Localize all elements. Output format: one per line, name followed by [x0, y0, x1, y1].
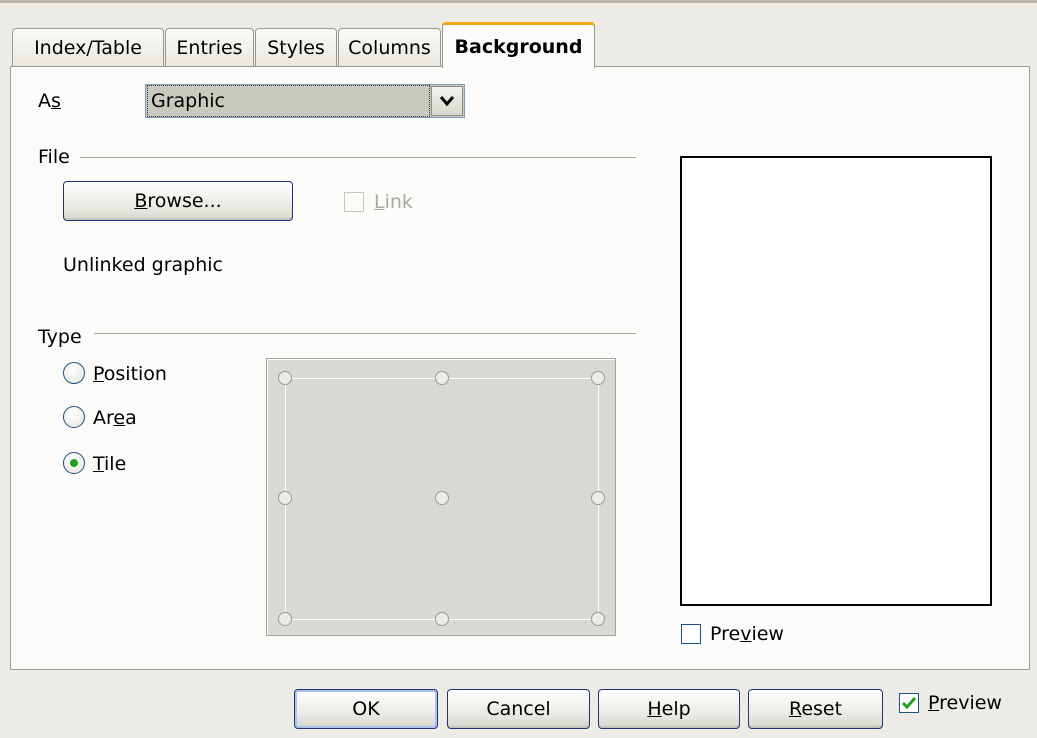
window-top-edge: [0, 0, 1037, 3]
as-dropdown[interactable]: Graphic: [145, 84, 465, 118]
tab-label: Entries: [176, 36, 243, 59]
cancel-button-label: Cancel: [486, 698, 551, 720]
as-label: As: [38, 90, 61, 112]
grid-position-top-right[interactable]: [591, 371, 605, 385]
area-label: Area: [93, 407, 137, 429]
grid-position-bottom-right[interactable]: [591, 612, 605, 626]
checkmark-icon: [901, 697, 917, 710]
preview-label: Preview: [710, 623, 784, 645]
file-section-label: File: [38, 146, 70, 168]
preview-area: [680, 156, 992, 606]
position-grid: [266, 358, 616, 636]
tab-index-table[interactable]: Index/Table: [12, 28, 164, 66]
ok-button[interactable]: OK: [294, 689, 438, 729]
tab-label: Background: [454, 35, 583, 58]
grid-position-top-center[interactable]: [435, 371, 449, 385]
grid-position-middle-right[interactable]: [591, 491, 605, 505]
tab-background[interactable]: Background: [442, 22, 595, 68]
tab-label: Columns: [348, 36, 431, 59]
reset-button[interactable]: Reset: [748, 689, 883, 729]
grid-position-middle-left[interactable]: [278, 491, 292, 505]
grid-position-top-left[interactable]: [278, 371, 292, 385]
browse-button-label: Browse...: [134, 190, 222, 212]
tab-label: Index/Table: [34, 36, 142, 59]
tab-columns[interactable]: Columns: [338, 28, 441, 66]
as-dropdown-value: Graphic: [147, 85, 430, 117]
grid-position-bottom-center[interactable]: [435, 612, 449, 626]
tile-radio[interactable]: [63, 452, 85, 474]
tile-label: Tile: [93, 453, 127, 475]
cancel-button[interactable]: Cancel: [447, 689, 590, 729]
reset-button-label: Reset: [788, 698, 843, 720]
grid-position-bottom-left[interactable]: [278, 612, 292, 626]
area-radio[interactable]: [63, 406, 85, 428]
position-label: Position: [93, 363, 167, 385]
preview-checkbox[interactable]: [681, 624, 701, 644]
chevron-down-icon[interactable]: [431, 86, 463, 116]
preview-footer-label: Preview: [928, 692, 1002, 714]
tab-entries[interactable]: Entries: [165, 28, 254, 66]
help-button-label: Help: [647, 698, 691, 720]
ok-button-label: OK: [352, 698, 380, 720]
browse-button[interactable]: Browse...: [63, 181, 293, 221]
type-section-label: Type: [38, 326, 82, 348]
position-radio[interactable]: [63, 362, 85, 384]
help-button[interactable]: Help: [598, 689, 740, 729]
tab-styles[interactable]: Styles: [255, 28, 337, 66]
preview-footer-checkbox[interactable]: [899, 693, 919, 713]
link-checkbox[interactable]: [344, 192, 364, 212]
tab-label: Styles: [267, 36, 325, 59]
grid-position-center[interactable]: [435, 491, 449, 505]
graphic-status-text: Unlinked graphic: [63, 254, 224, 276]
type-separator: [94, 333, 636, 334]
file-separator: [80, 157, 636, 158]
link-label: Link: [374, 191, 413, 213]
